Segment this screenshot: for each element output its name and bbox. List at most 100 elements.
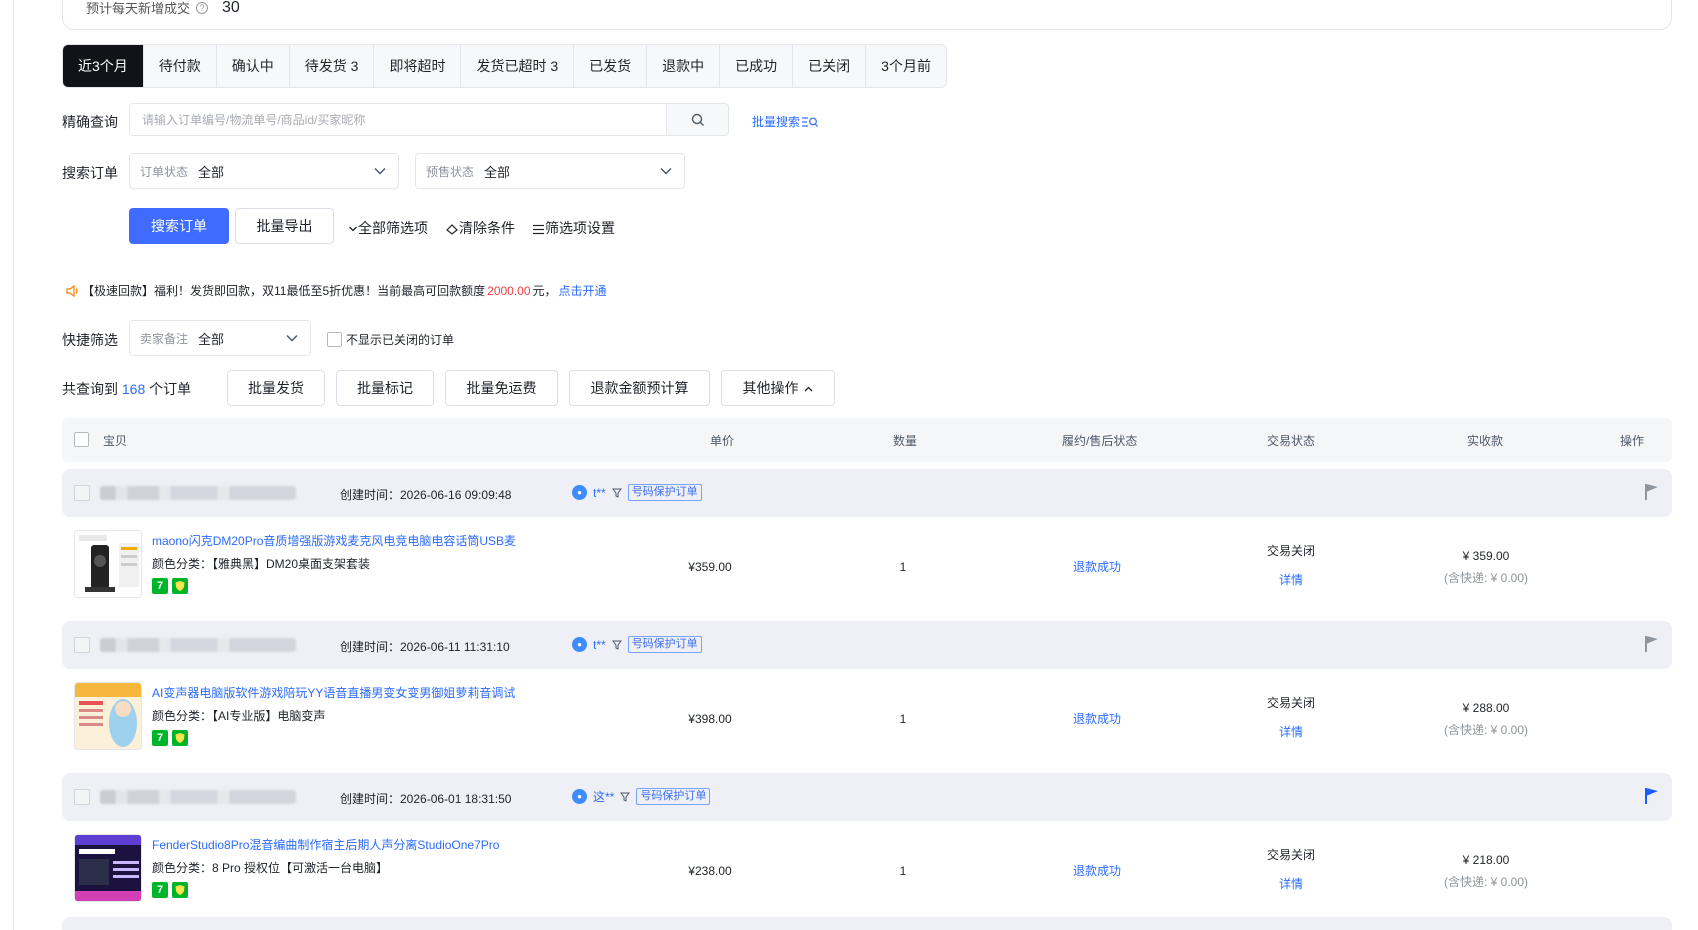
product-thumbnail[interactable] — [74, 530, 142, 598]
product-thumbnail[interactable] — [74, 682, 142, 750]
batch-search-icon — [802, 116, 818, 127]
product-title[interactable]: maono闪克DM20Pro音质增强版游戏麦克风电竞电脑电容话筒USB麦 — [152, 532, 516, 549]
search-order-button[interactable]: 搜索订单 — [129, 208, 229, 244]
order-count: 共查询到 168 个订单 — [62, 379, 191, 399]
fast-payout-notice: 【极速回款】福利！发货即回款，双11最低至5折优惠！当前最高可回款额度 2000.… — [66, 282, 607, 299]
shipping-included: (含快递: ¥ 0.00) — [1443, 723, 1529, 737]
order-item-row: AI变声器电脑版软件游戏陪玩YY语音直播男变女变男御姐萝莉音调试 颜色分类：【A… — [62, 672, 1672, 766]
quantity: 1 — [899, 560, 907, 574]
chevron-up-icon — [804, 386, 813, 392]
refund-status-link[interactable]: 退款成功 — [1073, 710, 1121, 727]
batch-search-label: 批量搜索 — [752, 115, 801, 129]
col-paid: 实收款 — [1467, 434, 1504, 448]
col-trade-status: 交易状态 — [1267, 434, 1316, 448]
buyer-info[interactable]: ● t** 号码保护订单 — [572, 636, 702, 653]
paid-amount: ¥ 218.00 — [1462, 853, 1510, 867]
tab-older-than-3-months[interactable]: 3个月前 — [866, 45, 946, 87]
search-order-label: 搜索订单 — [62, 165, 118, 181]
refund-status-link[interactable]: 退款成功 — [1073, 558, 1121, 575]
order-created-time: 创建时间：2026-06-16 09:09:48 — [340, 488, 512, 502]
buyer-icon: ● — [572, 789, 587, 804]
search-input[interactable] — [130, 104, 666, 135]
buyer-name: t** — [593, 637, 606, 652]
batch-export-button[interactable]: 批量导出 — [235, 208, 334, 244]
tab-shipped[interactable]: 已发货 — [574, 45, 648, 87]
tab-ship-timeout[interactable]: 发货已超时 3 — [461, 45, 575, 87]
unit-price: ¥359.00 — [688, 560, 732, 574]
flag-icon[interactable] — [1644, 635, 1660, 653]
precise-search-box — [129, 103, 729, 136]
batch-ship-button[interactable]: 批量发货 — [227, 370, 325, 406]
order-id-redacted — [100, 638, 296, 652]
order-created-time: 创建时间：2026-06-01 18:31:50 — [340, 792, 512, 806]
filter-icon[interactable] — [620, 792, 631, 802]
tab-closed[interactable]: 已关闭 — [793, 45, 867, 87]
seven-day-return-icon: 7 — [152, 882, 168, 898]
hide-closed-orders-option[interactable]: 不显示已关闭的订单 — [327, 331, 454, 348]
col-item: 宝贝 — [103, 434, 128, 448]
order-item-row: maono闪克DM20Pro音质增强版游戏麦克风电竞电脑电容话筒USB麦 颜色分… — [62, 520, 1672, 614]
batch-mark-button[interactable]: 批量标记 — [336, 370, 434, 406]
help-icon[interactable]: ? — [196, 1, 209, 14]
order-detail-link[interactable]: 详情 — [1279, 571, 1303, 588]
tab-to-ship[interactable]: 待发货 3 — [290, 45, 375, 87]
page-left-rule — [13, 0, 14, 930]
unit-price: ¥238.00 — [688, 864, 732, 878]
refund-status-link[interactable]: 退款成功 — [1073, 862, 1121, 879]
order-detail-link[interactable]: 详情 — [1279, 723, 1303, 740]
unit-price: ¥398.00 — [688, 712, 732, 726]
order-id-redacted — [100, 486, 296, 500]
tab-about-to-timeout[interactable]: 即将超时 — [374, 45, 462, 87]
buyer-name: t** — [593, 485, 606, 500]
other-actions-button[interactable]: 其他操作 — [721, 370, 835, 406]
seller-note-select[interactable]: 卖家备注 全部 — [129, 320, 311, 356]
filter-settings-button[interactable]: 筛选项设置 — [532, 218, 615, 238]
col-operations: 操作 — [1620, 434, 1645, 448]
order-status-select[interactable]: 订单状态 全部 — [129, 153, 399, 189]
order-select-checkbox[interactable] — [74, 485, 90, 501]
batch-free-shipping-button[interactable]: 批量免运费 — [445, 370, 558, 406]
chevron-down-icon — [284, 330, 300, 346]
refund-precalc-button[interactable]: 退款金额预计算 — [569, 370, 710, 406]
product-thumbnail[interactable] — [74, 834, 142, 902]
hide-closed-orders-checkbox[interactable] — [327, 332, 342, 347]
batch-search-link[interactable]: 批量搜索 — [752, 113, 818, 130]
order-status-select-label: 订单状态 — [140, 164, 189, 179]
stats-label: 预计每天新增成交 — [86, 1, 191, 16]
flag-icon[interactable] — [1644, 787, 1660, 805]
col-fulfillment-status: 履约/售后状态 — [1062, 434, 1138, 448]
all-filters-toggle[interactable]: 全部筛选项 — [348, 218, 428, 238]
product-title[interactable]: AI变声器电脑版软件游戏陪玩YY语音直播男变女变男御姐萝莉音调试 — [152, 684, 515, 701]
tab-success[interactable]: 已成功 — [720, 45, 794, 87]
order-detail-link[interactable]: 详情 — [1279, 875, 1303, 892]
flag-icon[interactable] — [1644, 483, 1660, 501]
tab-confirming[interactable]: 确认中 — [217, 45, 290, 87]
search-button[interactable] — [666, 104, 728, 135]
service-badges: 7 — [152, 730, 188, 746]
product-spec: 颜色分类：【AI专业版】电脑变声 — [152, 709, 326, 723]
filter-icon[interactable] — [611, 488, 622, 498]
order-select-checkbox[interactable] — [74, 637, 90, 653]
quantity: 1 — [899, 864, 907, 878]
col-unit-price: 单价 — [710, 434, 735, 448]
tab-pending-payment[interactable]: 待付款 — [144, 45, 217, 87]
service-badges: 7 — [152, 578, 188, 594]
tab-recent-3-months[interactable]: 近3个月 — [63, 45, 144, 87]
order-select-checkbox[interactable] — [74, 789, 90, 805]
shield-icon — [172, 730, 188, 746]
presale-status-select[interactable]: 预售状态 全部 — [415, 153, 685, 189]
seller-note-select-value: 全部 — [198, 331, 225, 347]
filter-icon[interactable] — [611, 640, 622, 650]
product-title[interactable]: FenderStudio8Pro混音编曲制作宿主后期人声分离StudioOne7… — [152, 836, 499, 853]
buyer-info[interactable]: ● t** 号码保护订单 — [572, 484, 702, 501]
select-all-checkbox[interactable] — [74, 432, 89, 447]
quick-filter-label: 快捷筛选 — [62, 332, 118, 348]
buyer-info[interactable]: ● 这** 号码保护订单 — [572, 788, 711, 805]
list-icon — [533, 224, 544, 234]
clear-conditions-button[interactable]: 清除条件 — [446, 218, 515, 238]
all-filters-label: 全部筛选项 — [358, 220, 428, 236]
other-actions-label: 其他操作 — [742, 380, 799, 396]
tab-refunding[interactable]: 退款中 — [647, 45, 721, 87]
notice-open-link[interactable]: 点击开通 — [559, 282, 607, 299]
notice-amount: 2000.00 — [487, 283, 531, 298]
